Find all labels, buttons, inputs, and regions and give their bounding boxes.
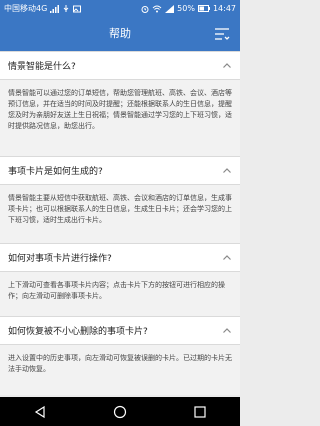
faq-question: 如何恢复被不小心删除的事项卡片?	[8, 327, 148, 337]
system-nav-bar	[0, 397, 240, 426]
faq-question: 情景智能是什么?	[8, 62, 76, 72]
faq-answer: 上下滑动可查看各事项卡片内容；点击卡片下方的按钮可进行相应的操作；向左滑动可删除…	[0, 272, 240, 316]
faq-question: 事项卡片是如何生成的?	[8, 167, 103, 177]
chevron-up-icon	[223, 327, 231, 333]
status-bar: 中国移动4G 50% 14:47	[0, 0, 240, 17]
battery-icon	[197, 5, 210, 12]
alarm-icon	[141, 5, 149, 13]
faq-answer: 情景智能可以通过您的订单短信，帮助您管理航班、高铁、会议、酒店等预订信息，并在适…	[0, 80, 240, 156]
home-icon[interactable]	[113, 405, 127, 419]
chevron-up-icon	[223, 254, 231, 260]
faq-item: 如何对事项卡片进行操作? 上下滑动可查看各事项卡片内容；点击卡片下方的按钮可进行…	[0, 243, 240, 316]
recents-icon[interactable]	[193, 405, 207, 419]
battery-percent: 50%	[177, 3, 195, 13]
faq-question-row[interactable]: 事项卡片是如何生成的?	[0, 156, 240, 185]
page-title: 帮助	[109, 27, 131, 40]
signal-icon	[50, 4, 60, 13]
faq-item: 情景智能是什么? 情景智能可以通过您的订单短信，帮助您管理航班、高铁、会议、酒店…	[0, 51, 240, 156]
chevron-up-icon	[223, 167, 231, 173]
carrier-label: 中国移动4G	[4, 3, 48, 13]
faq-question-row[interactable]: 如何恢复被不小心删除的事项卡片?	[0, 316, 240, 345]
wifi-icon	[152, 5, 162, 12]
faq-question: 如何对事项卡片进行操作?	[8, 254, 112, 264]
faq-question-row[interactable]: 情景智能是什么?	[0, 51, 240, 80]
faq-answer: 情景智能主要从短信中获取航班、高铁、会议和酒店的订单信息，生成事项卡片；也可以根…	[0, 185, 240, 243]
usb-icon	[63, 4, 69, 12]
faq-item: 事项卡片是如何生成的? 情景智能主要从短信中获取航班、高铁、会议和酒店的订单信息…	[0, 156, 240, 243]
menu-icon[interactable]	[214, 27, 230, 41]
chevron-up-icon	[223, 62, 231, 68]
clock: 14:47	[212, 3, 236, 13]
faq-list: 情景智能是什么? 情景智能可以通过您的订单短信，帮助您管理航班、高铁、会议、酒店…	[0, 51, 240, 397]
back-icon[interactable]	[33, 405, 47, 419]
app-bar: 帮助	[0, 17, 240, 51]
faq-question-row[interactable]: 如何对事项卡片进行操作?	[0, 243, 240, 272]
faq-answer: 进入设置中的历史事项，向左滑动可恢复被误删的卡片。已过期的卡片无法手动恢复。	[0, 345, 240, 395]
image-icon	[73, 5, 82, 12]
faq-item: 如何恢复被不小心删除的事项卡片? 进入设置中的历史事项，向左滑动可恢复被误删的卡…	[0, 316, 240, 395]
signal-bars-icon	[165, 4, 175, 13]
